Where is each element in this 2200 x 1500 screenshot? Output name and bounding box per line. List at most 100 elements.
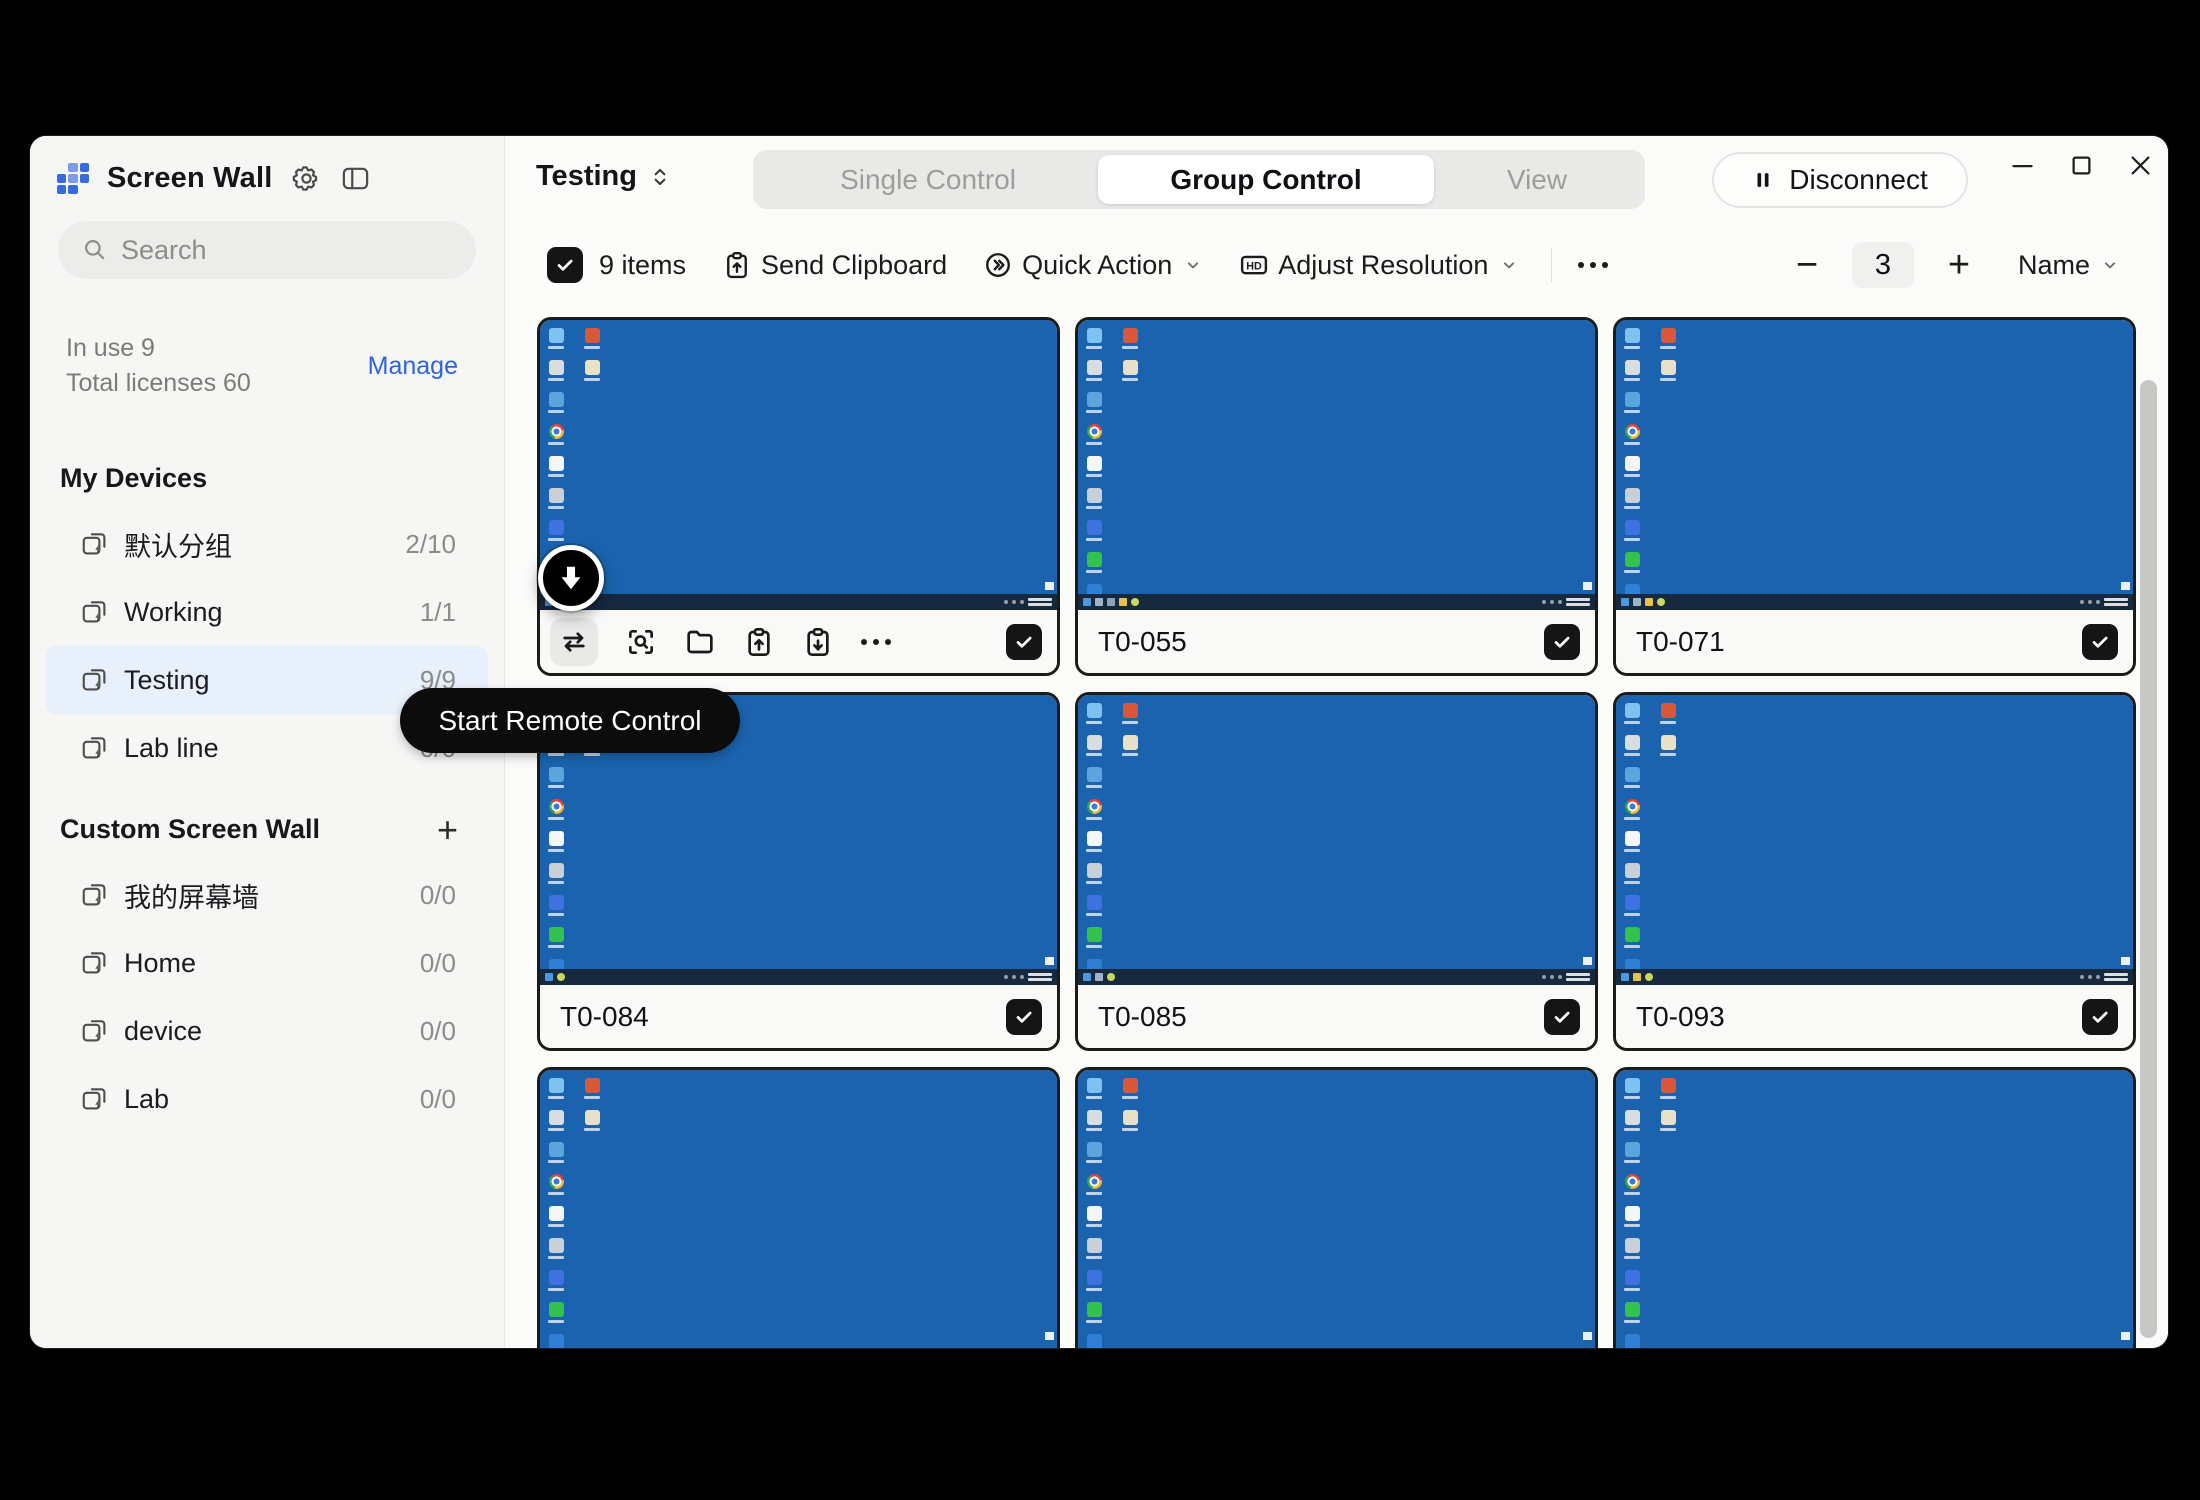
sidebar-item-count: 2/10 — [405, 528, 456, 559]
mode-tabs: Single Control Group Control View — [753, 150, 1645, 209]
device-tile[interactable] — [537, 317, 1060, 676]
grid-controls: − 3 + Name — [1790, 242, 2168, 288]
sidebar-item[interactable]: 我的屏幕墙 0/0 — [46, 861, 488, 929]
tile-checkbox[interactable] — [1544, 998, 1580, 1035]
disconnect-button[interactable]: Disconnect — [1712, 152, 1968, 208]
qq-icon — [1086, 1206, 1102, 1227]
meeting-app-icon — [1086, 863, 1102, 884]
sidebar-item[interactable]: device 0/0 — [46, 997, 488, 1065]
sidebar-item[interactable]: Home 0/0 — [46, 929, 488, 997]
increase-columns-button[interactable]: + — [1942, 246, 1976, 284]
clipboard-down-icon[interactable] — [802, 626, 834, 658]
notes-icon — [584, 1110, 600, 1131]
sidebar-item-label: Lab — [124, 1083, 170, 1114]
maximize-icon[interactable] — [2068, 152, 2095, 179]
send-clipboard-button[interactable]: Send Clipboard — [722, 250, 947, 281]
toolbox-icon — [584, 1078, 600, 1099]
clipboard-up-icon[interactable] — [743, 626, 775, 658]
recycle-bin-icon — [548, 1110, 564, 1131]
device-screen-thumbnail[interactable] — [1616, 320, 2133, 610]
sidebar-item[interactable]: Lab 0/0 — [46, 1065, 488, 1133]
device-tile[interactable]: T0-071 — [1613, 317, 2136, 676]
thumbnail-taskbar — [540, 969, 1057, 985]
scan-search-icon[interactable] — [625, 626, 657, 658]
device-group-icon — [82, 952, 106, 974]
tile-checkbox[interactable] — [2082, 998, 2118, 1035]
wechat-icon — [548, 1302, 564, 1323]
toolbox-icon — [1660, 1078, 1676, 1099]
tile-checkbox[interactable] — [2082, 623, 2118, 660]
collapse-sidebar-icon[interactable] — [340, 163, 371, 194]
device-screen-thumbnail[interactable] — [1616, 695, 2133, 985]
tab-group-control[interactable]: Group Control — [1098, 155, 1434, 204]
device-screen-thumbnail[interactable] — [540, 320, 1057, 610]
search-input[interactable]: Search — [58, 221, 476, 279]
add-screen-wall-button[interactable]: + — [437, 811, 458, 847]
device-tile[interactable]: T0-085 — [1075, 692, 1598, 1051]
tab-view[interactable]: View — [1434, 155, 1640, 204]
wechat-icon — [1624, 1302, 1640, 1323]
select-all-checkbox[interactable] — [547, 247, 583, 283]
device-tile[interactable] — [537, 1067, 1060, 1348]
device-group-icon — [82, 533, 106, 555]
toolbox-icon — [584, 328, 600, 349]
sort-by-dropdown[interactable]: Name — [2018, 250, 2120, 281]
decrease-columns-button[interactable]: − — [1790, 246, 1824, 284]
dropbox-icon — [1624, 895, 1640, 916]
gallery-icon — [1086, 392, 1102, 413]
desktop-notification-dot — [1045, 582, 1054, 590]
device-screen-thumbnail[interactable] — [1616, 1070, 2133, 1348]
gallery-icon — [1086, 767, 1102, 788]
more-actions-button[interactable] — [1578, 262, 1609, 268]
device-screen-thumbnail[interactable] — [1078, 320, 1595, 610]
group-title[interactable]: Testing — [536, 160, 673, 193]
device-name: T0-055 — [1098, 625, 1187, 657]
thumbnail-taskbar — [1616, 969, 2133, 985]
gallery-icon — [1086, 1142, 1102, 1163]
license-summary: In use 9 Total licenses 60 Manage — [66, 331, 458, 401]
quick-action-button[interactable]: Quick Action — [983, 250, 1203, 281]
device-screen-thumbnail[interactable] — [1078, 695, 1595, 985]
tile-checkbox[interactable] — [1006, 998, 1042, 1035]
my-computer-icon — [1624, 328, 1640, 349]
dropbox-icon — [548, 520, 564, 541]
custom-screen-wall-list: 我的屏幕墙 0/0 Home 0/0 device 0/0 Lab 0/0 — [30, 861, 504, 1133]
chrome-icon — [548, 1174, 564, 1195]
license-in-use: In use 9 — [66, 334, 155, 362]
toolbox-icon — [1660, 328, 1676, 349]
meeting-app-icon — [1624, 488, 1640, 509]
meeting-app-icon — [548, 1238, 564, 1259]
tile-more-button[interactable] — [861, 638, 891, 645]
vertical-scrollbar[interactable] — [2140, 380, 2157, 1338]
wechat-icon — [548, 927, 564, 948]
device-group-icon — [82, 1088, 106, 1110]
tile-checkbox[interactable] — [1544, 623, 1580, 660]
device-name: T0-093 — [1636, 1000, 1725, 1032]
device-screen-thumbnail[interactable] — [1078, 1070, 1595, 1348]
settings-gear-icon[interactable] — [291, 163, 322, 194]
tab-single-control[interactable]: Single Control — [758, 155, 1098, 204]
sidebar-item[interactable]: Working 1/1 — [46, 578, 488, 646]
tile-checkbox[interactable] — [1006, 623, 1042, 660]
sidebar-item-label: Lab line — [124, 732, 219, 763]
adjust-resolution-button[interactable]: HD Adjust Resolution — [1239, 250, 1519, 281]
sidebar-item[interactable]: 默认分组 2/10 — [46, 510, 488, 578]
close-icon[interactable] — [2127, 152, 2154, 179]
device-name: T0-084 — [560, 1000, 649, 1032]
recycle-bin-icon — [1624, 735, 1640, 756]
start-remote-control-button[interactable] — [550, 617, 598, 666]
gallery-icon — [1624, 1142, 1640, 1163]
device-name: T0-071 — [1636, 625, 1725, 657]
device-tile[interactable] — [1613, 1067, 2136, 1348]
device-tile[interactable]: T0-055 — [1075, 317, 1598, 676]
device-screen-thumbnail[interactable] — [540, 1070, 1057, 1348]
device-tile[interactable]: T0-093 — [1613, 692, 2136, 1051]
dropbox-icon — [1086, 520, 1102, 541]
folder-icon[interactable] — [684, 626, 716, 658]
app-logo-icon — [57, 162, 89, 195]
device-tile[interactable] — [1075, 1067, 1598, 1348]
minimize-icon[interactable] — [2009, 152, 2036, 179]
main-panel: Testing Single Control Group Control Vie… — [505, 136, 2168, 1348]
manage-link[interactable]: Manage — [368, 352, 458, 381]
desktop-notification-dot — [1583, 582, 1592, 590]
